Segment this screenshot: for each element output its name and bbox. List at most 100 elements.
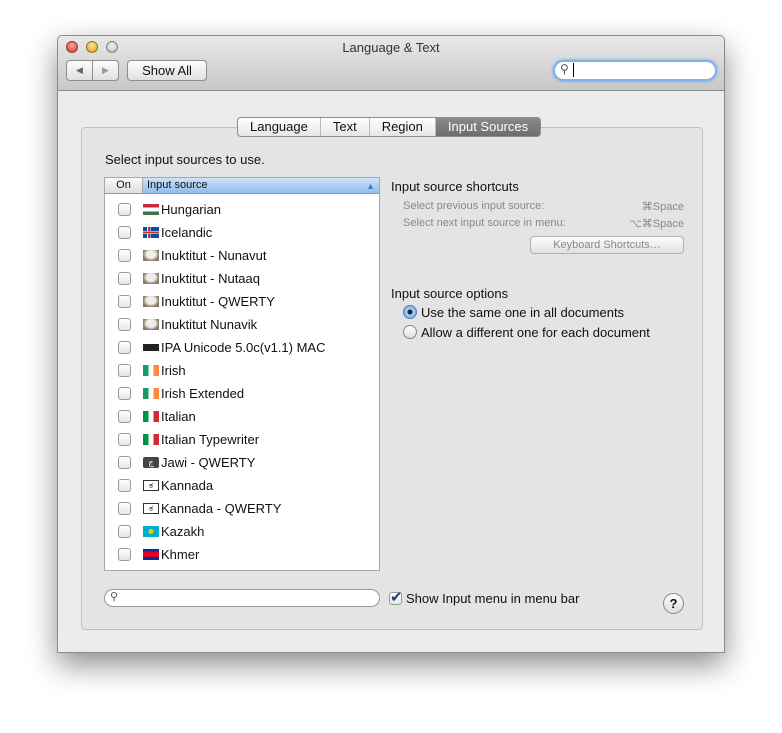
toolbar-search-input[interactable]: ⚲ (553, 60, 717, 81)
source-name: Italian Typewriter (161, 432, 260, 447)
source-name: Inuktitut - QWERTY (161, 294, 275, 309)
tab-language[interactable]: Language (238, 118, 321, 136)
list-item[interactable]: IPA Unicode 5.0c(v1.1) MAC (105, 336, 379, 359)
list-item[interactable]: Italian (105, 405, 379, 428)
checkbox[interactable] (118, 525, 131, 538)
option-different-per-document[interactable]: Allow a different one for each document (403, 325, 650, 340)
list-item[interactable]: ಕ Kannada (105, 474, 379, 497)
window-title: Language & Text (342, 40, 440, 55)
list-item[interactable]: Italian Typewriter (105, 428, 379, 451)
list-item[interactable]: Hungarian (105, 198, 379, 221)
radio-selected[interactable] (403, 305, 417, 319)
back-arrow-icon: ◀ (76, 65, 83, 75)
next-source-label: Select next input source in menu: (403, 217, 566, 229)
flag-cambodia-icon (143, 549, 159, 560)
list-item[interactable]: Inuktitut Nunavik (105, 313, 379, 336)
list-item[interactable]: ج Jawi - QWERTY (105, 451, 379, 474)
list-header: On Input source ▲ (105, 178, 379, 194)
flag-ireland-icon (143, 365, 159, 376)
help-button[interactable]: ? (663, 593, 684, 614)
checkbox[interactable] (118, 364, 131, 377)
column-header-input-source[interactable]: Input source ▲ (143, 178, 379, 193)
back-button[interactable]: ◀ (66, 60, 93, 81)
checkbox[interactable] (118, 318, 131, 331)
radio-unselected[interactable] (403, 325, 417, 339)
checkbox[interactable] (118, 295, 131, 308)
checkbox[interactable] (118, 272, 131, 285)
list-item[interactable]: Inuktitut - Nunavut (105, 244, 379, 267)
checkbox[interactable] (118, 341, 131, 354)
flag-ireland-icon (143, 388, 159, 399)
source-name: Kannada (161, 478, 214, 493)
flag-hungary-icon (143, 204, 159, 215)
shortcuts-title: Input source shortcuts (391, 179, 519, 194)
prev-source-keys: ⌘Space (641, 201, 684, 213)
flag-kazakhstan-icon (143, 526, 159, 537)
input-source-list[interactable]: On Input source ▲ Hungarian Icelandic Inukt… (104, 177, 380, 571)
flag-italy-icon (143, 411, 159, 422)
jawi-icon: ج (143, 457, 159, 468)
toolbar: Language & Text ◀ ▶ Show All ⚲ (58, 36, 724, 91)
list-item[interactable]: ಕ Kannada - QWERTY (105, 497, 379, 520)
checkbox[interactable] (118, 479, 131, 492)
checkbox[interactable] (118, 249, 131, 262)
source-name: Kazakh (161, 524, 205, 539)
prev-source-label: Select previous input source: (403, 200, 545, 212)
list-item[interactable]: Khmer (105, 543, 379, 566)
source-name: Icelandic (161, 225, 213, 240)
list-search-input[interactable]: ⚲ (104, 589, 380, 607)
window: Language & Text ◀ ▶ Show All ⚲ Language T… (57, 35, 725, 653)
checkbox[interactable] (118, 548, 131, 561)
inuktitut-icon (143, 319, 159, 330)
list-item[interactable]: Inuktitut - QWERTY (105, 290, 379, 313)
checkbox[interactable] (118, 226, 131, 239)
inuktitut-icon (143, 273, 159, 284)
checkbox[interactable] (118, 203, 131, 216)
source-name: Jawi - QWERTY (161, 455, 256, 470)
source-name: Hungarian (161, 202, 221, 217)
inuktitut-icon (143, 250, 159, 261)
tab-text[interactable]: Text (321, 118, 370, 136)
kannada-icon: ಕ (143, 480, 159, 491)
kannada-icon: ಕ (143, 503, 159, 514)
options-title: Input source options (391, 286, 509, 301)
list-item[interactable]: Irish Extended (105, 382, 379, 405)
keyboard-icon (143, 344, 159, 351)
list-item[interactable]: Kazakh (105, 520, 379, 543)
search-icon: ⚲ (560, 62, 569, 76)
checkbox-checked[interactable]: ✔ (389, 589, 403, 606)
tab-input-sources[interactable]: Input Sources (435, 118, 541, 136)
option-same-for-all[interactable]: Use the same one in all documents (403, 305, 624, 320)
search-icon: ⚲ (110, 591, 119, 603)
show-all-button[interactable]: Show All (127, 60, 207, 81)
forward-arrow-icon: ▶ (102, 65, 109, 75)
flag-italy-icon (143, 434, 159, 445)
checkbox[interactable] (118, 456, 131, 469)
checkbox[interactable] (118, 387, 131, 400)
source-name: Khmer (161, 547, 200, 562)
source-name: IPA Unicode 5.0c(v1.1) MAC (161, 340, 326, 355)
checkbox[interactable] (118, 410, 131, 423)
checkbox[interactable] (118, 502, 131, 515)
keyboard-shortcuts-button[interactable]: Keyboard Shortcuts… (530, 236, 684, 254)
source-name: Irish (161, 363, 186, 378)
instruction-text: Select input sources to use. (105, 152, 265, 167)
forward-button[interactable]: ▶ (92, 60, 119, 81)
tab-bar: Language Text Region Input Sources (237, 117, 542, 137)
source-name: Kannada - QWERTY (161, 501, 282, 516)
list-item[interactable]: Inuktitut - Nutaaq (105, 267, 379, 290)
source-name: Inuktitut Nunavik (161, 317, 258, 332)
source-name: Italian (161, 409, 196, 424)
list-item[interactable]: Irish (105, 359, 379, 382)
sort-ascending-icon: ▲ (366, 181, 375, 191)
checkmark-icon: ✔ (390, 589, 403, 606)
column-header-on[interactable]: On (105, 178, 143, 193)
source-name: Irish Extended (161, 386, 245, 401)
tab-region[interactable]: Region (370, 118, 436, 136)
inuktitut-icon (143, 296, 159, 307)
next-source-keys: ⌥⌘Space (629, 218, 684, 230)
flag-iceland-icon (143, 227, 159, 238)
show-input-menu-checkbox[interactable]: ✔ Show Input menu in menu bar (389, 589, 579, 606)
checkbox[interactable] (118, 433, 131, 446)
list-item[interactable]: Icelandic (105, 221, 379, 244)
